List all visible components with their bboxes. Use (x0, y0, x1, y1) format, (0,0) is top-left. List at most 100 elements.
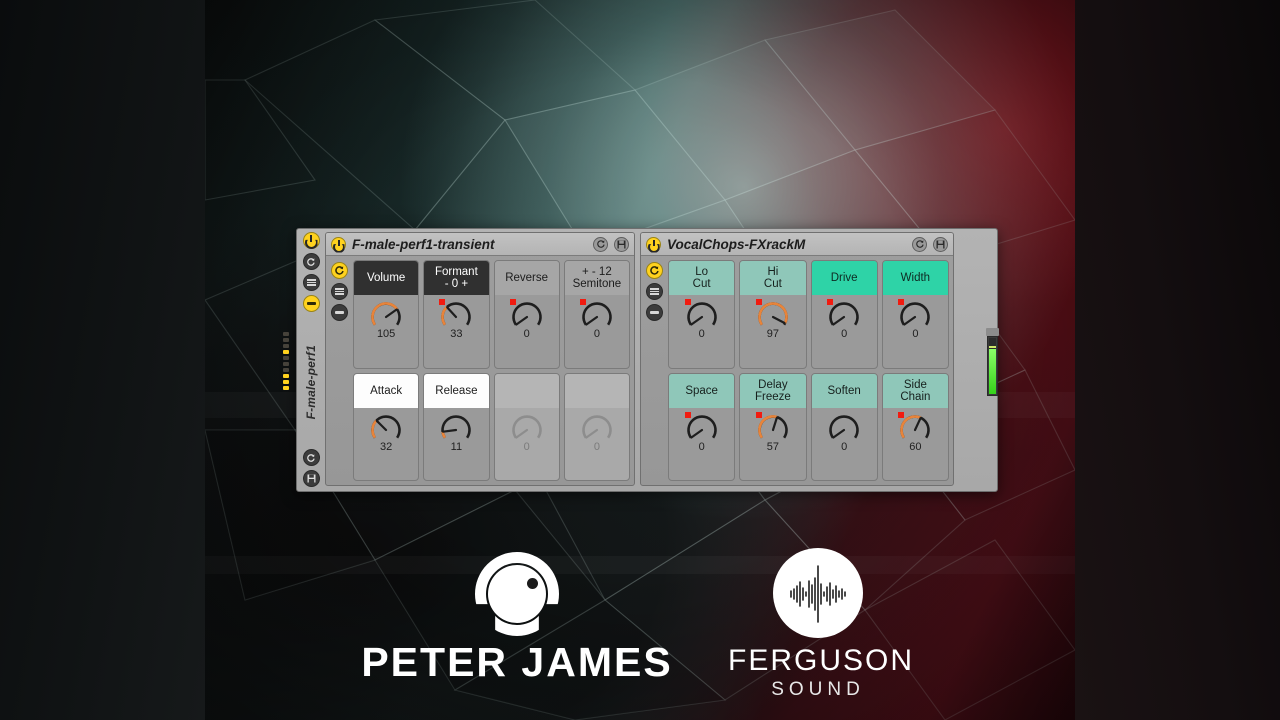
track-title: F-male-perf1 (304, 345, 318, 420)
macro-label[interactable]: Lo Cut (669, 261, 735, 295)
macro-control[interactable]: + - 12 Semitone 0 (563, 260, 630, 369)
knob-dial[interactable] (682, 299, 722, 334)
macro-label[interactable]: Space (669, 373, 735, 408)
macro-knob[interactable]: 0 (565, 295, 629, 368)
knob-dial[interactable] (577, 413, 617, 447)
macro-control[interactable]: Drive 0 (810, 260, 878, 369)
knob-dial[interactable] (507, 299, 547, 334)
track-save-icon[interactable] (302, 470, 320, 488)
macro-label[interactable]: Release (424, 373, 489, 408)
macro-label[interactable]: + - 12 Semitone (564, 261, 629, 295)
macro-control-empty[interactable]: 0 (563, 372, 630, 481)
macro-label[interactable]: Hi Cut (740, 261, 806, 295)
macro-toggle-icon-1[interactable] (330, 262, 348, 279)
knob-dial[interactable] (753, 299, 793, 334)
macro-label[interactable] (564, 373, 629, 408)
knob-dial[interactable] (366, 413, 406, 447)
hotswap-icon[interactable] (302, 253, 320, 270)
macro-knob[interactable]: 0 (669, 295, 734, 368)
knob-dial[interactable] (824, 299, 864, 334)
macro-knob[interactable]: 105 (354, 295, 418, 368)
ferguson-sound-logo: FERGUSON SOUND (728, 548, 915, 701)
chain-list-icon-1[interactable] (330, 283, 348, 300)
macro-knob[interactable]: 0 (565, 408, 629, 481)
macro-label[interactable] (494, 373, 559, 408)
macro-control[interactable]: Attack 32 (353, 372, 420, 481)
macro-label[interactable]: Width (882, 261, 948, 295)
macro-label[interactable]: Reverse (494, 261, 559, 295)
chain-list-icon-2[interactable] (645, 283, 663, 300)
macro-label[interactable]: Soften (811, 373, 877, 408)
knob-dial[interactable] (577, 299, 617, 334)
macro-control[interactable]: Space 0 (668, 372, 736, 481)
macro-knob[interactable]: 11 (424, 408, 488, 481)
sound-subword: SOUND (771, 678, 865, 700)
macro-knob[interactable]: 33 (424, 295, 488, 368)
macro-control[interactable]: Delay Freeze 57 (739, 372, 807, 481)
meter-handle[interactable] (986, 328, 999, 336)
track-activator-button[interactable] (302, 232, 320, 249)
macro-label[interactable]: Drive (811, 261, 877, 295)
peter-james-wordmark: PETER JAMES (361, 639, 673, 685)
device-activator-button-2[interactable] (646, 236, 661, 253)
macro-control[interactable]: Volume 105 (353, 260, 420, 369)
device-rail-1 (329, 260, 349, 481)
macro-grid-1: Volume 105 Formant - 0 +33 Reverse 0 + - 12 Sem… (353, 260, 630, 481)
macro-control-empty[interactable]: 0 (493, 372, 560, 481)
meter-dot (283, 338, 289, 342)
macro-label[interactable]: Attack (354, 373, 419, 408)
knob-dial[interactable] (507, 413, 547, 447)
macro-label[interactable]: Side Chain (882, 373, 948, 408)
macro-control[interactable]: Reverse 0 (493, 260, 560, 369)
knob-dial[interactable] (895, 411, 935, 447)
device-save-icon-2[interactable] (933, 236, 948, 252)
macro-knob[interactable]: 0 (812, 295, 877, 368)
device-hotswap-icon-2[interactable] (912, 236, 927, 252)
ableton-device-view: F-male-perf1 F-male-perf1-transient Volu… (296, 228, 998, 492)
meter-dot (283, 380, 289, 384)
macro-label[interactable]: Volume (354, 261, 419, 295)
macro-control[interactable]: Lo Cut 0 (668, 260, 736, 369)
midi-map-dot-icon (684, 411, 691, 418)
macro-control[interactable]: Formant - 0 +33 (423, 260, 490, 369)
ferguson-wordmark: FERGUSON (728, 644, 915, 677)
macro-knob[interactable]: 0 (495, 408, 559, 481)
track-hotswap-icon[interactable] (302, 449, 320, 467)
knob-dial[interactable] (824, 413, 864, 447)
macro-label[interactable]: Formant - 0 + (424, 261, 489, 295)
macro-knob[interactable]: 32 (354, 408, 418, 481)
device-save-icon-1[interactable] (614, 236, 629, 252)
macro-knob[interactable]: 0 (495, 295, 559, 368)
device-activator-button-1[interactable] (331, 236, 346, 253)
chain-list-icon[interactable] (302, 274, 320, 291)
macro-control[interactable]: Release 11 (423, 372, 490, 481)
unfold-minus-icon-1[interactable] (330, 304, 348, 321)
knob-dial[interactable] (436, 299, 476, 334)
knob-dial[interactable] (895, 299, 935, 334)
device-panel-fxrack: VocalChops-FXrackM Lo Cut 0 Hi Cut 97 Dr… (640, 232, 954, 486)
device-title-2: VocalChops-FXrackM (667, 236, 806, 252)
unfold-minus-icon[interactable] (302, 295, 320, 312)
macro-label[interactable]: Delay Freeze (740, 373, 806, 408)
macro-control[interactable]: Side Chain 60 (881, 372, 949, 481)
knob-dial[interactable] (753, 411, 793, 447)
macro-knob[interactable]: 97 (740, 295, 805, 368)
macro-control[interactable]: Hi Cut 97 (739, 260, 807, 369)
macro-toggle-icon-2[interactable] (645, 262, 663, 279)
macro-knob[interactable]: 57 (740, 408, 805, 481)
device-hotswap-icon-1[interactable] (593, 236, 608, 252)
knob-dial[interactable] (366, 300, 406, 334)
macro-knob[interactable]: 0 (883, 295, 948, 368)
macro-knob[interactable]: 0 (669, 408, 734, 481)
macro-control[interactable]: Width 0 (881, 260, 949, 369)
peter-james-logo: PETER JAMES (352, 552, 682, 683)
unfold-minus-icon-2[interactable] (645, 304, 663, 321)
meter-dot (283, 332, 289, 336)
midi-map-dot-icon (827, 299, 834, 305)
macro-control[interactable]: Soften 0 (810, 372, 878, 481)
macro-knob[interactable]: 0 (812, 408, 877, 481)
knob-dial[interactable] (682, 411, 722, 447)
track-dot-meter (283, 332, 290, 390)
macro-knob[interactable]: 60 (883, 408, 948, 481)
knob-dial[interactable] (436, 413, 476, 447)
